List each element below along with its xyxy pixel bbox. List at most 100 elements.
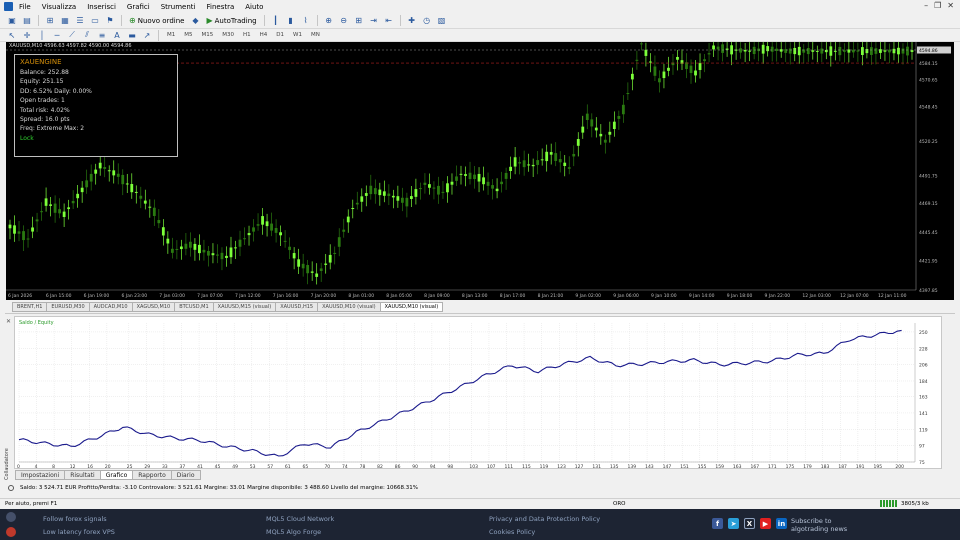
timeframe-w1[interactable]: W1 [290,32,305,38]
menu-charts[interactable]: Grafici [127,3,150,11]
menu-window[interactable]: Finestra [206,3,234,11]
tab-report[interactable]: Rapporto [133,470,172,480]
menu-help[interactable]: Aiuto [245,3,263,11]
record-icon[interactable] [6,527,16,537]
horizontal-line-icon[interactable]: ─ [51,29,63,41]
candle-body [391,195,395,198]
price-chart[interactable]: 4594.86 4584.15 4570.65 4548.45 4520.25 4491.… [6,42,954,300]
graph-x-tick: 187 [838,464,847,470]
footer-link-privacy[interactable]: Privacy and Data Protection Policy [489,515,600,523]
candle-body [518,162,522,164]
tester-close-icon[interactable]: ✕ [6,318,11,325]
telegram-icon[interactable]: ➤ [728,518,739,529]
zoom-in-icon[interactable]: ⊕ [323,15,335,27]
market-watch-icon[interactable]: ⊞ [44,15,56,27]
candle-body [179,246,183,250]
new-order-button[interactable]: ⊕ Nuovo ordine [127,15,186,27]
menu-insert[interactable]: Inserisci [87,3,116,11]
fibonacci-icon[interactable]: ≡ [96,29,108,41]
chart-tab-xagusd-m10[interactable]: XAGUSD,M10 [132,302,176,312]
ea-panel-title: XAUENGINE [20,58,62,66]
indicators-icon[interactable]: ✚ [406,15,418,27]
candle-body [549,152,553,155]
equidistant-channel-icon[interactable]: ⫽ [81,29,93,41]
terminal-icon[interactable]: ▭ [89,15,101,27]
timeframe-d1[interactable]: D1 [273,32,287,38]
close-icon[interactable]: ✕ [947,1,954,10]
line-chart-icon[interactable]: ⌇ [300,15,312,27]
timeframe-h1[interactable]: H1 [240,32,254,38]
chart-tab-eurusd-m30[interactable]: EURUSD,M30 [47,302,90,312]
candle-body [319,268,323,272]
main-toolbar: ▣ ▤ ⊞ ▦ ☰ ▭ ⚑ ⊕ Nuovo ordine ◆ ▶ AutoTradi… [0,13,960,29]
app-window: File Visualizza Inserisci Grafici Strume… [0,0,960,540]
periods-icon[interactable]: ◷ [421,15,433,27]
metaeditor-icon[interactable]: ◆ [189,15,201,27]
candle-body [112,170,116,176]
menu-view[interactable]: Visualizza [42,3,76,11]
timeframe-mn[interactable]: MN [308,32,323,38]
navigator-icon[interactable]: ☰ [74,15,86,27]
timeframe-m15[interactable]: M15 [199,32,217,38]
graph-x-tick: 167 [750,464,759,470]
new-chart-icon[interactable]: ▣ [6,15,18,27]
chart-tab-brent-h1[interactable]: BRENT,H1 [12,302,48,312]
graph-x-tick: 86 [395,464,401,470]
chart-tab-audcad-m10[interactable]: AUDCAD,M10 [89,302,133,312]
menu-file[interactable]: File [19,3,31,11]
footer-link-signals[interactable]: Follow forex signals [43,515,107,523]
timeframe-h4[interactable]: H4 [257,32,271,38]
candle-body [274,227,278,233]
footer-link-vps[interactable]: Low latency forex VPS [43,528,115,536]
chart-tab-xauusd-m10-visual-active[interactable]: XAUUSD,M10 (visual) [380,302,444,312]
tab-settings[interactable]: Impostazioni [15,470,66,480]
tab-results[interactable]: Risultati [65,470,101,480]
tester-icon[interactable]: ⚑ [104,15,116,27]
candle-body [270,223,273,231]
candle-body [491,185,494,189]
text-tool-icon[interactable]: A [111,29,123,41]
footer-link-algo-forge[interactable]: MQL5 Algo Forge [266,528,321,536]
cursor-icon[interactable]: ↖ [6,29,18,41]
status-help: Per aiuto, premi F1 [5,501,58,507]
chart-tab-xauusd-h15[interactable]: XAUUSD,H15 [276,302,319,312]
chart-tab-xauusd-m15-visual[interactable]: XAUUSD,M15 (visual) [213,302,277,312]
chart-shift-icon[interactable]: ⇤ [383,15,395,27]
templates-icon[interactable]: ▧ [436,15,448,27]
menu-tools[interactable]: Strumenti [161,3,196,11]
youtube-icon[interactable]: ▶ [760,518,771,529]
tab-journal[interactable]: Diario [171,470,201,480]
footer-link-cookies[interactable]: Cookies Policy [489,528,535,536]
facebook-icon[interactable]: f [712,518,723,529]
tile-windows-icon[interactable]: ⊞ [353,15,365,27]
arrows-icon[interactable]: ↗ [141,29,153,41]
bar-chart-icon[interactable]: ┃ [270,15,282,27]
x-icon[interactable]: X [744,518,755,529]
vertical-line-icon[interactable]: │ [36,29,48,41]
timeframe-m1[interactable]: M1 [164,32,178,38]
zoom-out-icon[interactable]: ⊖ [338,15,350,27]
data-window-icon[interactable]: ▦ [59,15,71,27]
trendline-icon[interactable]: ⟋ [66,29,78,41]
subscribe-link[interactable]: Subscribe to algotrading news [791,517,861,533]
autotrading-button[interactable]: ▶ AutoTrading [204,15,258,27]
chart-tab-btcusd-m1[interactable]: BTCUSD,M1 [175,302,214,312]
label-tool-icon[interactable]: ▬ [126,29,138,41]
settings-icon[interactable] [6,512,16,522]
candle-body [662,71,666,79]
candle-body [703,59,706,62]
restore-icon[interactable]: ❐ [934,1,941,10]
linkedin-icon[interactable]: in [776,518,787,529]
graph-x-tick: 123 [557,464,566,470]
tab-graph[interactable]: Grafico [100,470,134,480]
candle-body [721,44,724,53]
candlestick-icon[interactable]: ▮ [285,15,297,27]
crosshair-icon[interactable]: ✛ [21,29,33,41]
footer-link-cloud[interactable]: MQL5 Cloud Network [266,515,334,523]
timeframe-m5[interactable]: M5 [181,32,195,38]
chart-tab-xauusd-m10-visual[interactable]: XAUUSD,M10 (visual) [318,302,381,312]
auto-scroll-icon[interactable]: ⇥ [368,15,380,27]
profiles-icon[interactable]: ▤ [21,15,33,27]
timeframe-m30[interactable]: M30 [219,32,237,38]
minimize-icon[interactable]: – [924,1,928,10]
